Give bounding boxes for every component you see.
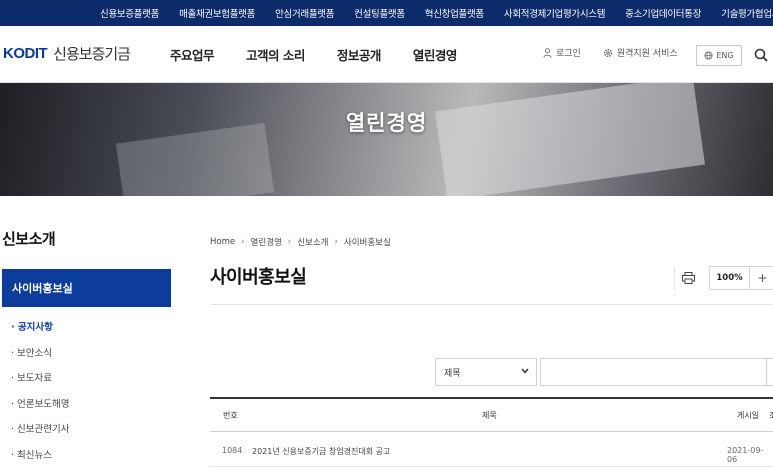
nav-item-customer-voice[interactable]: 고객의 소리 — [246, 45, 305, 64]
breadcrumb: Home › 열린경영 › 신보소개 › 사이버홍보실 — [210, 236, 391, 248]
hero-banner: 열린경영 — [0, 83, 773, 196]
page-title: 사이버홍보실 — [210, 267, 307, 288]
search-button-edge — [766, 358, 767, 386]
gear-icon — [603, 48, 612, 57]
submenu-item-press-clarification[interactable]: · 언론보도해명 — [11, 399, 69, 425]
chevron-right-icon: › — [334, 237, 338, 247]
row-date: 2021-09-06 — [727, 446, 764, 464]
search-input[interactable] — [540, 358, 773, 386]
nav-item-open-management[interactable]: 열린경영 — [413, 45, 458, 64]
zoom-control: 100% + — [709, 266, 773, 290]
nav-item-info-disclosure[interactable]: 정보공개 — [337, 45, 382, 64]
remote-support-link[interactable]: 원격지원 서비스 — [603, 46, 678, 59]
breadcrumb-current: 사이버홍보실 — [343, 238, 391, 248]
search-field-select[interactable]: 제목 — [435, 358, 537, 386]
table-row[interactable]: 1084 2021년 신용보증기금 창업경진대회 공고 2021-09-06 — [210, 433, 773, 467]
submenu-item-press-release[interactable]: · 보도자료 — [11, 373, 69, 399]
login-label: 로그인 — [556, 49, 581, 59]
topbar-link-social-economy[interactable]: 사회적경제기업평가시스템 — [504, 6, 606, 20]
zoom-in-button[interactable]: + — [750, 271, 773, 285]
user-icon — [543, 47, 552, 58]
hero-decor — [435, 83, 705, 196]
main-navigation: 주요업무 고객의 소리 정보공개 열린경영 — [170, 45, 489, 64]
logo-name: 신용보증기금 — [53, 45, 131, 63]
topbar-link-data-account[interactable]: 중소기업데이터통장 — [625, 6, 701, 20]
topbar-link-consulting[interactable]: 컨설팅플랫폼 — [354, 6, 405, 20]
column-header-title: 제목 — [482, 411, 497, 420]
column-header-number: 번호 — [223, 411, 238, 420]
topbar-link-safe-trade[interactable]: 안심거래플랫폼 — [275, 6, 334, 20]
site-header: KODIT 신용보증기금 주요업무 고객의 소리 정보공개 열린경영 로그인 원… — [0, 26, 773, 83]
search-field-selected: 제목 — [444, 368, 461, 379]
hero-title: 열린경영 — [345, 111, 428, 135]
eng-language-button[interactable]: ENG — [696, 45, 742, 66]
logo-mark: KODIT — [3, 45, 48, 62]
table-header: 번호 제목 게시일 조 — [210, 399, 773, 432]
remote-support-label: 원격지원 서비스 — [616, 49, 678, 59]
topbar-link-credit-guarantee[interactable]: 신용보증플랫폼 — [100, 6, 159, 20]
breadcrumb-introduction[interactable]: 신보소개 — [297, 236, 328, 248]
chevron-right-icon: › — [241, 237, 245, 247]
login-link[interactable]: 로그인 — [543, 46, 581, 59]
top-utility-bar: 신용보증플랫폼 매출채권보험플랫폼 안심거래플랫폼 컨설팅플랫폼 혁신창업플랫폼… — [0, 0, 773, 26]
platform-links: 신용보증플랫폼 매출채권보험플랫폼 안심거래플랫폼 컨설팅플랫폼 혁신창업플랫폼… — [100, 0, 773, 26]
submenu-item-notice[interactable]: · 공지사항 — [11, 322, 69, 348]
topbar-link-tech-evaluation[interactable]: 기술평가협업시스 — [721, 6, 773, 20]
submenu-item-related-articles[interactable]: · 신보관련기사 — [11, 424, 69, 450]
print-button[interactable] — [674, 266, 702, 290]
row-number: 1084 — [222, 446, 243, 455]
site-logo[interactable]: KODIT 신용보증기금 — [3, 43, 131, 64]
eng-label: ENG — [716, 51, 734, 60]
side-nav-active-item[interactable]: 사이버홍보실 — [2, 269, 171, 307]
column-header-views: 조 — [769, 411, 773, 420]
search-icon — [754, 48, 768, 62]
submenu-item-latest-news[interactable]: · 최신뉴스 — [11, 450, 69, 469]
globe-icon — [704, 51, 713, 60]
nav-item-main-business[interactable]: 주요업무 — [170, 45, 215, 64]
row-title-link[interactable]: 2021년 신용보증기금 창업경진대회 공고 — [252, 446, 390, 457]
column-header-date: 게시일 — [737, 411, 760, 420]
breadcrumb-open-management[interactable]: 열린경영 — [251, 236, 282, 248]
header-utilities: 로그인 원격지원 서비스 — [543, 46, 700, 59]
breadcrumb-home[interactable]: Home — [210, 237, 235, 247]
submenu-item-security-news[interactable]: · 보안소식 — [11, 348, 69, 374]
zoom-level: 100% — [710, 267, 750, 289]
side-nav-submenu: · 공지사항 · 보안소식 · 보도자료 · 언론보도해명 · 신보관련기사 ·… — [11, 322, 69, 469]
header-search-button[interactable] — [754, 47, 768, 66]
side-nav-title: 신보소개 — [2, 230, 56, 248]
chevron-right-icon: › — [287, 237, 292, 247]
printer-icon — [682, 272, 695, 284]
topbar-link-startup[interactable]: 혁신창업플랫폼 — [425, 6, 484, 20]
chevron-down-icon — [521, 368, 529, 374]
topbar-link-receivables-insurance[interactable]: 매출채권보험플랫폼 — [179, 6, 255, 20]
title-divider — [210, 304, 773, 305]
